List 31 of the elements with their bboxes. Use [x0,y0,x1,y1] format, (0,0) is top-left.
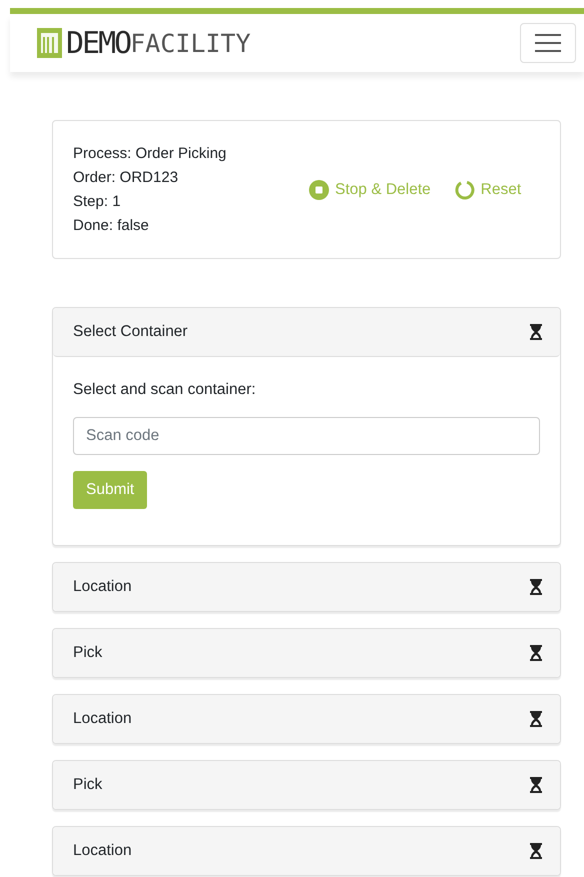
process-info: Process: Order Picking [73,144,228,164]
step-header[interactable]: Location [53,563,560,611]
logo-text: DEMO [66,26,130,60]
circle-notch-icon [454,180,475,200]
step-title: Pick [73,644,102,662]
hourglass-icon [530,645,542,661]
hourglass-icon [530,324,542,340]
step-title: Pick [73,776,102,794]
step-title: Select Container [73,323,188,341]
menu-icon [535,33,561,53]
step-header[interactable]: Pick [53,761,560,809]
logo-icon [37,28,62,58]
hourglass-icon [530,777,542,793]
step-header[interactable]: Location [53,827,560,875]
logo-text: FACILITY [130,28,251,58]
step-header[interactable]: Pick [53,629,560,677]
step-title: Location [73,578,132,596]
hourglass-icon [530,711,542,727]
step-prompt: Select and scan container: [73,381,256,399]
hourglass-icon [530,579,542,595]
hourglass-icon [530,843,542,859]
process-info: Done: false [73,216,150,236]
step-header[interactable]: Select Container [53,308,560,357]
scan-code-field[interactable]: Scan code [73,417,540,455]
stop-icon [309,180,329,200]
step-title: Location [73,710,132,728]
menu-button[interactable] [520,23,576,63]
step-header[interactable]: Location [53,695,560,743]
step-title: Location [73,842,132,860]
process-info: Order: ORD123 [73,168,180,188]
process-info: Step: 1 [73,192,122,212]
